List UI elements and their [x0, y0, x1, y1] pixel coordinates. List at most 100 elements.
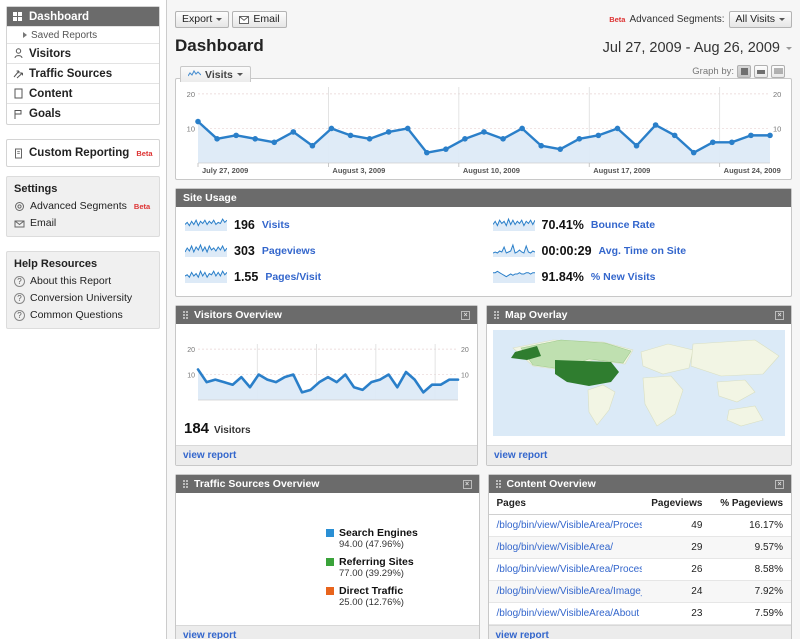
svg-text:August 10, 2009: August 10, 2009 [463, 166, 520, 175]
export-button[interactable]: Export [175, 11, 229, 28]
svg-text:20: 20 [187, 90, 195, 99]
traffic-icon [13, 68, 24, 79]
view-report-label: view report [494, 450, 547, 461]
sidebar-item-advanced-segments[interactable]: Advanced Segments Beta [7, 198, 159, 215]
site-usage-column-left: 196 Visits 303 Pageviews 1.55 Pages/Visi… [176, 216, 484, 286]
sidebar-item-content[interactable]: Content [7, 84, 159, 104]
metric-visits-label: Visits [262, 219, 290, 231]
widget-row-1: Visitors Overview × 10102020 184 Visitor… [175, 305, 792, 466]
graph-by-label: Graph by: [692, 66, 734, 77]
metric-pages-per-visit-value: 1.55 [234, 270, 258, 284]
question-icon: ? [14, 310, 25, 321]
column-header-pages: Pages [489, 493, 642, 515]
drag-handle-icon[interactable] [183, 311, 189, 319]
view-report-label: view report [183, 450, 236, 461]
pageviews-value: 24 [642, 581, 711, 603]
sidebar-item-saved-reports[interactable]: Saved Reports [7, 27, 159, 44]
metric-avg-time-value: 00:00:29 [542, 244, 592, 258]
metric-pageviews-label: Pageviews [262, 245, 316, 257]
legend-value-referring-sites: 77.00 (39.29%) [339, 568, 418, 579]
grid-icon [13, 11, 24, 22]
drag-handle-icon[interactable] [494, 311, 500, 319]
email-button[interactable]: Email [232, 11, 286, 28]
sidebar-item-common-questions[interactable]: ? Common Questions [7, 307, 159, 328]
traffic-sources-view-report[interactable]: view report [176, 625, 479, 639]
pageviews-value: 29 [642, 537, 711, 559]
svg-text:July 27, 2009: July 27, 2009 [202, 166, 248, 175]
svg-text:20: 20 [773, 90, 781, 99]
advanced-segments-select[interactable]: All Visits [729, 11, 792, 28]
sidebar-item-custom-reporting[interactable]: Custom Reporting Beta [7, 140, 159, 166]
sidebar-item-traffic-sources[interactable]: Traffic Sources [7, 64, 159, 84]
map-overlay-view-report[interactable]: view report [487, 445, 791, 465]
date-range-value: Jul 27, 2009 - Aug 26, 2009 [603, 40, 780, 56]
sidebar-item-dashboard[interactable]: Dashboard [7, 7, 159, 27]
percent-pageviews-value: 8.58% [710, 559, 791, 581]
close-icon[interactable]: × [775, 480, 784, 489]
main-visits-graph: Visits Graph by: 10102020July 27, 2009Au… [175, 78, 792, 180]
content-overview-body: Pages Pageviews % Pageviews /blog/bin/vi… [489, 493, 792, 625]
email-button-label: Email [253, 13, 279, 25]
report-icon [13, 148, 24, 159]
advanced-segments-control: Beta Advanced Segments: All Visits [607, 11, 792, 28]
sidebar-item-visitors[interactable]: Visitors [7, 44, 159, 64]
pageviews-value: 23 [642, 603, 711, 625]
metric-pageviews: 303 Pageviews [185, 242, 484, 260]
percent-pageviews-value: 16.17% [710, 515, 791, 537]
close-icon[interactable]: × [461, 311, 470, 320]
segments-beta-badge: Beta [609, 15, 625, 24]
map-overlay-widget: Map Overlay × [486, 305, 792, 466]
drag-handle-icon[interactable] [183, 480, 189, 488]
help-resources-panel: Help Resources ? About this Report ? Con… [6, 251, 160, 329]
sidebar-item-about-this-report[interactable]: ? About this Report [7, 273, 159, 290]
sidebar-item-goals[interactable]: Goals [7, 104, 159, 124]
advanced-segments-label: Advanced Segments: [629, 14, 724, 25]
site-usage-widget: Site Usage 196 Visits 303 Pageviews [175, 188, 792, 297]
page-link[interactable]: /blog/bin/view/VisibleArea/Processing_an… [489, 559, 642, 581]
table-header-row: Pages Pageviews % Pageviews [489, 493, 792, 515]
sparkline-icon [185, 268, 227, 286]
sparkline-icon [493, 216, 535, 234]
date-range-selector[interactable]: Jul 27, 2009 - Aug 26, 2009 [603, 40, 792, 56]
graph-by-week-button[interactable] [754, 65, 768, 78]
visitors-overview-view-report[interactable]: view report [176, 445, 477, 465]
metric-pages-per-visit-label: Pages/Visit [265, 271, 321, 283]
visitors-overview-header: Visitors Overview × [176, 306, 477, 324]
content-overview-view-report[interactable]: view report [489, 625, 792, 639]
page-link[interactable]: /blog/bin/view/VisibleArea/About [489, 603, 642, 625]
page-link[interactable]: /blog/bin/view/VisibleArea/Image_Resizer… [489, 581, 642, 603]
legend-label-search-engines: Search Engines [339, 527, 418, 539]
sidebar-item-conversion-university[interactable]: ? Conversion University [7, 290, 159, 307]
traffic-sources-title: Traffic Sources Overview [194, 478, 319, 490]
column-header-percent-pageviews: % Pageviews [710, 493, 791, 515]
metric-bounce-rate: 70.41% Bounce Rate [493, 216, 792, 234]
close-icon[interactable]: × [463, 480, 472, 489]
graph-by-month-button[interactable] [771, 65, 785, 78]
content-overview-table: Pages Pageviews % Pageviews /blog/bin/vi… [489, 493, 792, 625]
percent-pageviews-value: 7.92% [710, 581, 791, 603]
graph-metric-selector[interactable]: Visits [180, 66, 251, 82]
traffic-sources-body: Search Engines 94.00 (47.96%) Referring … [176, 493, 479, 625]
svg-text:20: 20 [461, 347, 469, 354]
drag-handle-icon[interactable] [496, 480, 502, 488]
sidebar-item-label-traffic-sources: Traffic Sources [29, 68, 112, 80]
close-icon[interactable]: × [775, 311, 784, 320]
page-link[interactable]: /blog/bin/view/VisibleArea/ [489, 537, 642, 559]
svg-text:August 3, 2009: August 3, 2009 [332, 166, 385, 175]
legend-item-referring-sites: Referring Sites 77.00 (39.29%) [326, 556, 418, 579]
toolbar-left-buttons: Export Email [175, 11, 287, 28]
question-icon: ? [14, 293, 25, 304]
sidebar-item-label-saved-reports: Saved Reports [31, 30, 97, 41]
map-overlay-body[interactable] [487, 324, 791, 445]
metric-new-visits-label: % New Visits [591, 271, 656, 283]
content-overview-widget: Content Overview × Pages Pageviews % Pag… [488, 474, 793, 639]
svg-text:August 24, 2009: August 24, 2009 [724, 166, 781, 175]
sidebar-item-label-common-questions: Common Questions [30, 309, 123, 321]
page-link[interactable]: /blog/bin/view/VisibleArea/Processingand… [489, 515, 642, 537]
percent-pageviews-value: 7.59% [710, 603, 791, 625]
settings-title: Settings [7, 177, 159, 198]
visitors-total-label: Visitors [214, 425, 251, 436]
graph-by-day-button[interactable] [737, 65, 751, 78]
metric-visits-value: 196 [234, 218, 255, 232]
sidebar-item-email[interactable]: Email [7, 215, 159, 236]
